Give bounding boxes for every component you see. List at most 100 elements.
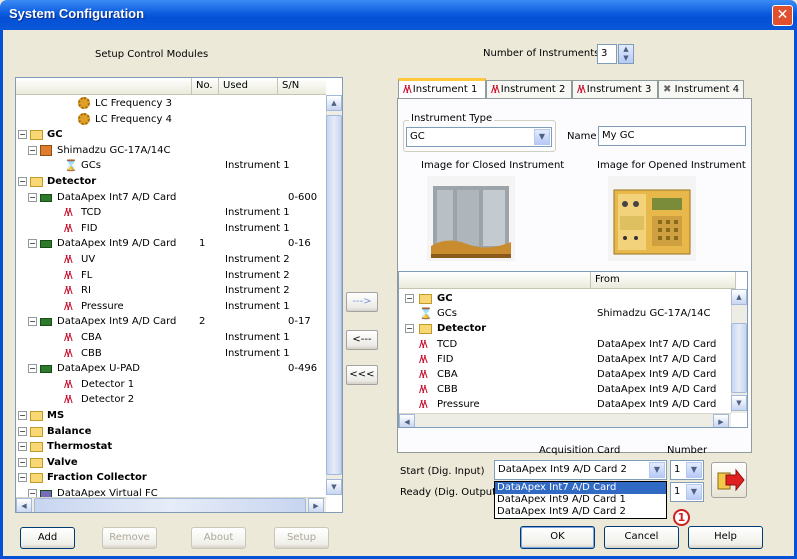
list-horizontal-scrollbar[interactable]: ◀ ▶ — [399, 413, 731, 427]
tree-row[interactable]: /\/\ FL Instrument 2 — [16, 268, 324, 283]
instruments-spinner[interactable]: ▲ ▼ — [618, 44, 634, 64]
tree-row[interactable]: /\/\ UV Instrument 2 — [16, 252, 324, 267]
scroll-up-icon[interactable]: ▲ — [731, 289, 747, 305]
collapse-toggle-icon[interactable]: − — [18, 473, 27, 483]
tree-horizontal-scrollbar[interactable]: ◀ ▶ — [16, 497, 326, 512]
tree-row[interactable]: − DataApex U-PAD 0-496 — [16, 361, 324, 376]
tree-row[interactable]: − Thermostat — [16, 439, 324, 454]
list-vertical-scrollbar[interactable]: ▲ ▼ — [731, 289, 747, 413]
scroll-left-icon[interactable]: ◀ — [399, 414, 415, 427]
chevron-down-icon[interactable]: ▼ — [686, 462, 702, 478]
list-row[interactable]: ⌛ GCs Shimadzu GC-17A/14C — [399, 306, 729, 321]
list-row[interactable]: /\/\ CBA DataApex Int9 A/D Card — [399, 367, 729, 382]
collapse-toggle-icon[interactable]: − — [18, 457, 27, 467]
list-row[interactable]: − GC — [399, 291, 729, 306]
collapse-toggle-icon[interactable]: − — [28, 364, 37, 374]
apply-signals-button[interactable] — [711, 462, 747, 498]
title-bar[interactable]: System Configuration ✕ — [0, 0, 797, 30]
scroll-up-icon[interactable]: ▲ — [326, 95, 342, 111]
tree-row[interactable]: /\/\ RI Instrument 2 — [16, 283, 324, 298]
collapse-toggle-icon[interactable]: − — [405, 294, 414, 303]
tree-row[interactable]: − Shimadzu GC-17A/14C — [16, 143, 324, 158]
name-input[interactable]: My GC — [598, 126, 746, 146]
tree-row[interactable]: /\/\ FID Instrument 1 — [16, 221, 324, 236]
closed-instrument-image[interactable] — [427, 176, 515, 261]
remove-from-instrument-button[interactable]: <--- — [346, 330, 378, 350]
tree-row[interactable]: − GC — [16, 127, 324, 142]
spin-down-icon[interactable]: ▼ — [619, 54, 633, 63]
tree-row[interactable]: − Detector — [16, 174, 324, 189]
add-button[interactable]: Add — [20, 527, 75, 549]
scroll-left-icon[interactable]: ◀ — [16, 498, 32, 512]
collapse-toggle-icon[interactable]: − — [18, 426, 27, 436]
tree-row[interactable]: − MS — [16, 408, 324, 423]
collapse-toggle-icon[interactable]: − — [28, 317, 37, 327]
tab-instrument-4[interactable]: ✖ Instrument 4 — [658, 80, 744, 100]
ok-button[interactable]: OK — [520, 526, 595, 549]
instrument-type-select[interactable]: GC ▼ — [406, 127, 552, 147]
help-button[interactable]: Help — [688, 526, 763, 549]
tree-row[interactable]: − DataApex Int9 A/D Card 2 0-17 — [16, 314, 324, 329]
dropdown-option[interactable]: DataApex Int9 A/D Card 2 — [495, 506, 666, 518]
list-column-header-from[interactable]: From — [591, 272, 736, 289]
scroll-thumb[interactable] — [326, 115, 342, 475]
scroll-right-icon[interactable]: ▶ — [713, 414, 729, 427]
collapse-toggle-icon[interactable]: − — [18, 130, 27, 140]
tab-instrument-3[interactable]: /\/\ Instrument 3 — [572, 80, 658, 100]
column-header-used[interactable]: Used — [219, 78, 278, 95]
tree-row[interactable]: LC Frequency 4 — [16, 112, 324, 127]
tree-row[interactable]: /\/\ Pressure Instrument 1 — [16, 299, 324, 314]
opened-instrument-image[interactable] — [608, 176, 696, 261]
chevron-down-icon[interactable]: ▼ — [534, 129, 550, 145]
tree-vertical-scrollbar[interactable]: ▲ ▼ — [326, 95, 342, 495]
spin-up-icon[interactable]: ▲ — [619, 45, 633, 54]
scroll-down-icon[interactable]: ▼ — [326, 479, 342, 495]
about-button[interactable]: About — [191, 527, 246, 549]
start-card-select[interactable]: DataApex Int9 A/D Card 2 ▼ — [494, 460, 667, 480]
instrument-modules-list[interactable]: From − GC ⌛ GCs Shimadzu GC-17A/14C − Detector… — [398, 271, 748, 428]
add-to-instrument-button[interactable]: ---> — [346, 292, 378, 312]
remove-all-button[interactable]: <<< — [346, 365, 378, 385]
tree-row[interactable]: LC Frequency 3 — [16, 96, 324, 111]
cancel-button[interactable]: Cancel — [604, 526, 679, 549]
dropdown-option[interactable]: DataApex Int7 A/D Card — [495, 482, 666, 494]
card-dropdown-list[interactable]: DataApex Int7 A/D Card DataApex Int9 A/D… — [494, 481, 667, 519]
remove-button[interactable]: Remove — [102, 527, 157, 549]
tab-instrument-1[interactable]: /\/\ Instrument 1 — [398, 78, 486, 100]
list-column-header-name[interactable] — [399, 272, 591, 289]
number-of-instruments-input[interactable]: 3 — [597, 44, 617, 64]
column-header-name[interactable] — [16, 78, 192, 95]
tree-row[interactable]: /\/\ CBA Instrument 1 — [16, 330, 324, 345]
ready-number-select[interactable]: 1 ▼ — [670, 482, 704, 502]
scroll-thumb[interactable] — [731, 323, 747, 393]
column-header-no[interactable]: No. — [192, 78, 219, 95]
collapse-toggle-icon[interactable]: − — [28, 239, 37, 249]
scroll-right-icon[interactable]: ▶ — [308, 498, 324, 512]
tree-row[interactable]: ⌛ GCs Instrument 1 — [16, 158, 324, 173]
collapse-toggle-icon[interactable]: − — [28, 145, 37, 155]
tree-row[interactable]: /\/\ Detector 2 — [16, 392, 324, 407]
list-row[interactable]: /\/\ TCD DataApex Int7 A/D Card — [399, 337, 729, 352]
tree-row[interactable]: − Fraction Collector — [16, 470, 324, 485]
close-icon[interactable]: ✕ — [772, 5, 793, 26]
collapse-toggle-icon[interactable]: − — [18, 177, 27, 186]
tree-row[interactable]: − Valve — [16, 455, 324, 470]
scroll-down-icon[interactable]: ▼ — [731, 395, 747, 411]
collapse-toggle-icon[interactable]: − — [18, 411, 27, 420]
list-row[interactable]: /\/\ FID DataApex Int7 A/D Card — [399, 352, 729, 367]
column-header-sn[interactable]: S/N — [278, 78, 326, 95]
tree-row[interactable]: − DataApex Int7 A/D Card 0-600 — [16, 190, 324, 205]
chevron-down-icon[interactable]: ▼ — [686, 484, 702, 500]
hscroll-thumb[interactable] — [34, 498, 306, 512]
tree-row[interactable]: /\/\ CBB Instrument 1 — [16, 346, 324, 361]
tree-row[interactable]: − DataApex Int9 A/D Card 1 0-16 — [16, 236, 324, 251]
modules-tree[interactable]: No. Used S/N LC Frequency 3 LC Frequency … — [15, 77, 343, 513]
list-row[interactable]: /\/\ CBB DataApex Int9 A/D Card — [399, 382, 729, 397]
collapse-toggle-icon[interactable]: − — [28, 192, 37, 202]
collapse-toggle-icon[interactable]: − — [18, 442, 27, 452]
tree-row[interactable]: − Balance — [16, 424, 324, 439]
list-row[interactable]: − Detector — [399, 321, 729, 336]
start-number-select[interactable]: 1 ▼ — [670, 460, 704, 480]
dropdown-option[interactable]: DataApex Int9 A/D Card 1 — [495, 494, 666, 506]
list-row[interactable]: /\/\ Pressure DataApex Int9 A/D Card — [399, 397, 729, 412]
